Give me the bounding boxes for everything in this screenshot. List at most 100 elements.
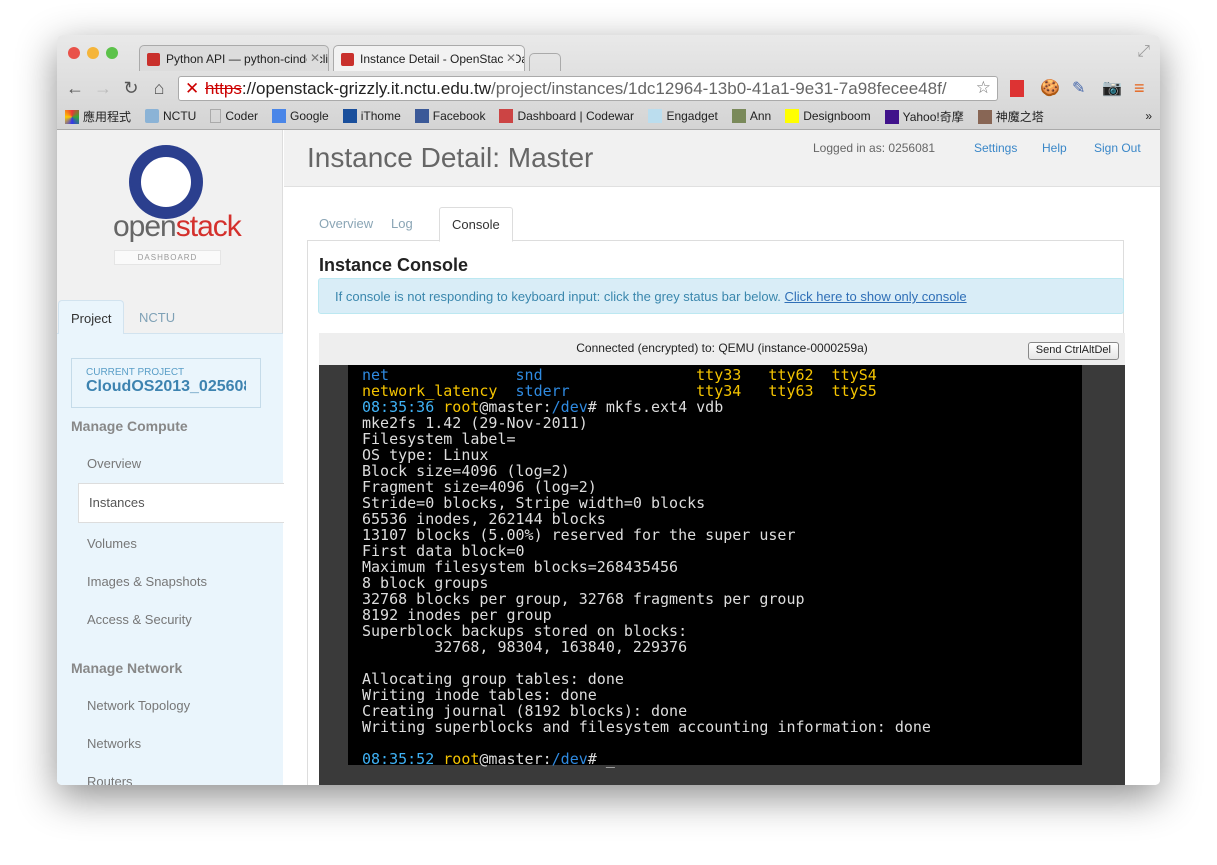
bookmark-ithome[interactable]: iThome <box>342 109 401 123</box>
camera-icon[interactable]: 📷 <box>1102 78 1122 98</box>
terminal-line: 32768, 98304, 163840, 229376 <box>362 639 1082 655</box>
extension-icon[interactable] <box>1010 79 1024 97</box>
tab-log[interactable]: Log <box>379 207 425 241</box>
fullscreen-icon[interactable]: ⤢ <box>1137 43 1150 61</box>
bookmark-label: Dashboard | Codewars <box>517 109 635 123</box>
terminal-screen[interactable]: net snd tty33 tty62 ttyS4 network_latency… <box>348 365 1082 768</box>
terminal-line: OS type: Linux <box>362 447 1082 463</box>
openstack-logo[interactable]: openstack <box>113 210 242 244</box>
sidebar-tab-nctu[interactable]: NCTU <box>127 300 187 333</box>
terminal-line: mke2fs 1.42 (29-Nov-2011) <box>362 415 1082 431</box>
settings-link[interactable]: Settings <box>974 141 1017 155</box>
bookmark-nctu[interactable]: NCTU <box>145 109 196 123</box>
reload-icon[interactable]: ↻ <box>117 78 145 99</box>
current-project-label: CURRENT PROJECT <box>86 367 185 378</box>
terminal-text: # _ <box>587 750 615 768</box>
help-link[interactable]: Help <box>1042 141 1067 155</box>
url-scheme: https <box>205 79 242 98</box>
bookmark-apps[interactable]: 應用程式 <box>65 108 131 125</box>
address-bar[interactable]: ✕ https://openstack-grizzly.it.nctu.edu.t… <box>178 76 998 101</box>
bookmark-star-icon[interactable]: ☆ <box>976 78 991 98</box>
page-title: Instance Detail: Master <box>307 142 594 173</box>
url-path: /project/instances/1dc12964-13b0-41a1-9e… <box>490 79 947 98</box>
menu-icon[interactable]: ≡ <box>1134 78 1145 99</box>
show-only-console-link[interactable]: Click here to show only console <box>785 289 967 304</box>
bookmark-ann[interactable]: Ann <box>731 109 772 123</box>
photo-icon <box>731 109 746 123</box>
close-window-button[interactable] <box>68 47 80 59</box>
more-bookmarks-icon[interactable]: » <box>1145 109 1152 123</box>
minimize-window-button[interactable] <box>87 47 99 59</box>
terminal-text: /dev <box>551 750 588 768</box>
sidebar-item-images[interactable]: Images & Snapshots <box>87 574 207 589</box>
browser-tab-active[interactable]: Instance Detail - OpenStack Dashboard✕ <box>333 45 525 71</box>
bookmark-facebook[interactable]: Facebook <box>414 109 485 123</box>
terminal-line: Allocating group tables: done <box>362 671 1082 687</box>
terminal-line: 8192 inodes per group <box>362 607 1082 623</box>
eyedropper-icon[interactable]: ✎ <box>1072 78 1085 98</box>
terminal-line: 13107 blocks (5.00%) reserved for the su… <box>362 527 1082 543</box>
sidebar-item-networks[interactable]: Networks <box>87 736 141 751</box>
openstack-favicon-icon <box>341 53 354 66</box>
sidebar-item-routers[interactable]: Routers <box>87 774 133 785</box>
terminal-text: 32768, 98304, 163840, 229376 <box>362 638 688 656</box>
bookmark-designboom[interactable]: Designboom <box>785 109 871 123</box>
bookmark-label: Engadget <box>666 109 718 123</box>
bookmark-label: Ann <box>749 109 772 123</box>
new-tab-button[interactable] <box>529 53 561 71</box>
bookmark-label: Coder <box>225 109 259 123</box>
project-switcher[interactable]: CURRENT PROJECT CloudOS2013_0256081 <box>71 358 261 408</box>
brand-text: stack <box>175 210 242 243</box>
terminal-line: Maximum filesystem blocks=268435456 <box>362 559 1082 575</box>
zoom-window-button[interactable] <box>106 47 118 59</box>
folder-icon <box>145 109 160 123</box>
openstack-favicon-icon <box>147 53 160 66</box>
bookmark-coder[interactable]: Coder <box>210 109 258 123</box>
terminal-line: 65536 inodes, 262144 blocks <box>362 511 1082 527</box>
sidebar-item-access-security[interactable]: Access & Security <box>87 612 192 627</box>
sidebar-tab-project[interactable]: Project <box>58 300 125 334</box>
codewars-icon <box>499 109 514 123</box>
bookmark-label: Yahoo!奇摩 <box>902 109 964 124</box>
vnc-console[interactable]: net snd tty33 tty62 ttyS4 network_latency… <box>319 365 1125 785</box>
terminal-line: 8 block groups <box>362 575 1082 591</box>
forward-icon[interactable]: → <box>89 78 117 99</box>
bookmark-codewars[interactable]: Dashboard | Codewars <box>499 109 634 123</box>
designboom-icon <box>785 109 800 123</box>
bookmark-label: Designboom <box>803 109 871 123</box>
terminal-text: tty34 tty63 ttyS5 <box>696 382 877 400</box>
bookmark-engadget[interactable]: Engadget <box>648 109 718 123</box>
bookmark-tos[interactable]: 神魔之塔 <box>977 108 1044 125</box>
tab-console[interactable]: Console <box>439 207 513 242</box>
home-icon[interactable]: ⌂ <box>145 78 173 99</box>
console-status-bar[interactable]: Connected (encrypted) to: QEMU (instance… <box>319 333 1125 365</box>
terminal-line: Writing superblocks and filesystem accou… <box>362 719 1082 735</box>
sidebar-item-overview[interactable]: Overview <box>87 456 141 471</box>
bookmark-google[interactable]: Google <box>272 109 329 123</box>
browser-tab[interactable]: Python API — python-cinderclient ✕ <box>139 45 329 71</box>
browser-window: Python API — python-cinderclient ✕ Instan… <box>57 35 1160 785</box>
tab-overview[interactable]: Overview <box>307 207 385 241</box>
send-ctrlaltdel-button[interactable]: Send CtrlAltDel <box>1027 342 1119 360</box>
console-panel: Instance Console If console is not respo… <box>307 240 1125 785</box>
current-project-name: CloudOS2013_0256081 <box>86 378 246 395</box>
sidebar-item-network-topology[interactable]: Network Topology <box>87 698 190 713</box>
bookmarks-bar: 應用程式 NCTU Coder Google iThome Facebook D… <box>65 105 1152 127</box>
cookie-icon[interactable]: 🍪 <box>1040 78 1060 98</box>
terminal-text: root <box>443 750 480 768</box>
yahoo-icon <box>884 109 899 124</box>
insecure-lock-icon: ✕ <box>185 79 200 98</box>
sidebar-item-instances[interactable]: Instances <box>78 483 286 523</box>
sign-out-link[interactable]: Sign Out <box>1094 141 1141 155</box>
sidebar: openstack DASHBOARD Project NCTU CURRENT… <box>57 130 286 785</box>
bookmark-yahoo[interactable]: Yahoo!奇摩 <box>884 108 964 125</box>
sidebar-item-volumes[interactable]: Volumes <box>87 536 137 551</box>
back-icon[interactable]: ← <box>61 78 89 99</box>
ithome-icon <box>342 109 357 123</box>
tab-title: Python API — python-cinderclient <box>166 52 329 66</box>
close-tab-icon[interactable]: ✕ <box>306 51 320 65</box>
close-tab-icon[interactable]: ✕ <box>502 51 516 65</box>
terminal-line: Creating journal (8192 blocks): done <box>362 703 1082 719</box>
console-heading: Instance Console <box>319 255 469 275</box>
